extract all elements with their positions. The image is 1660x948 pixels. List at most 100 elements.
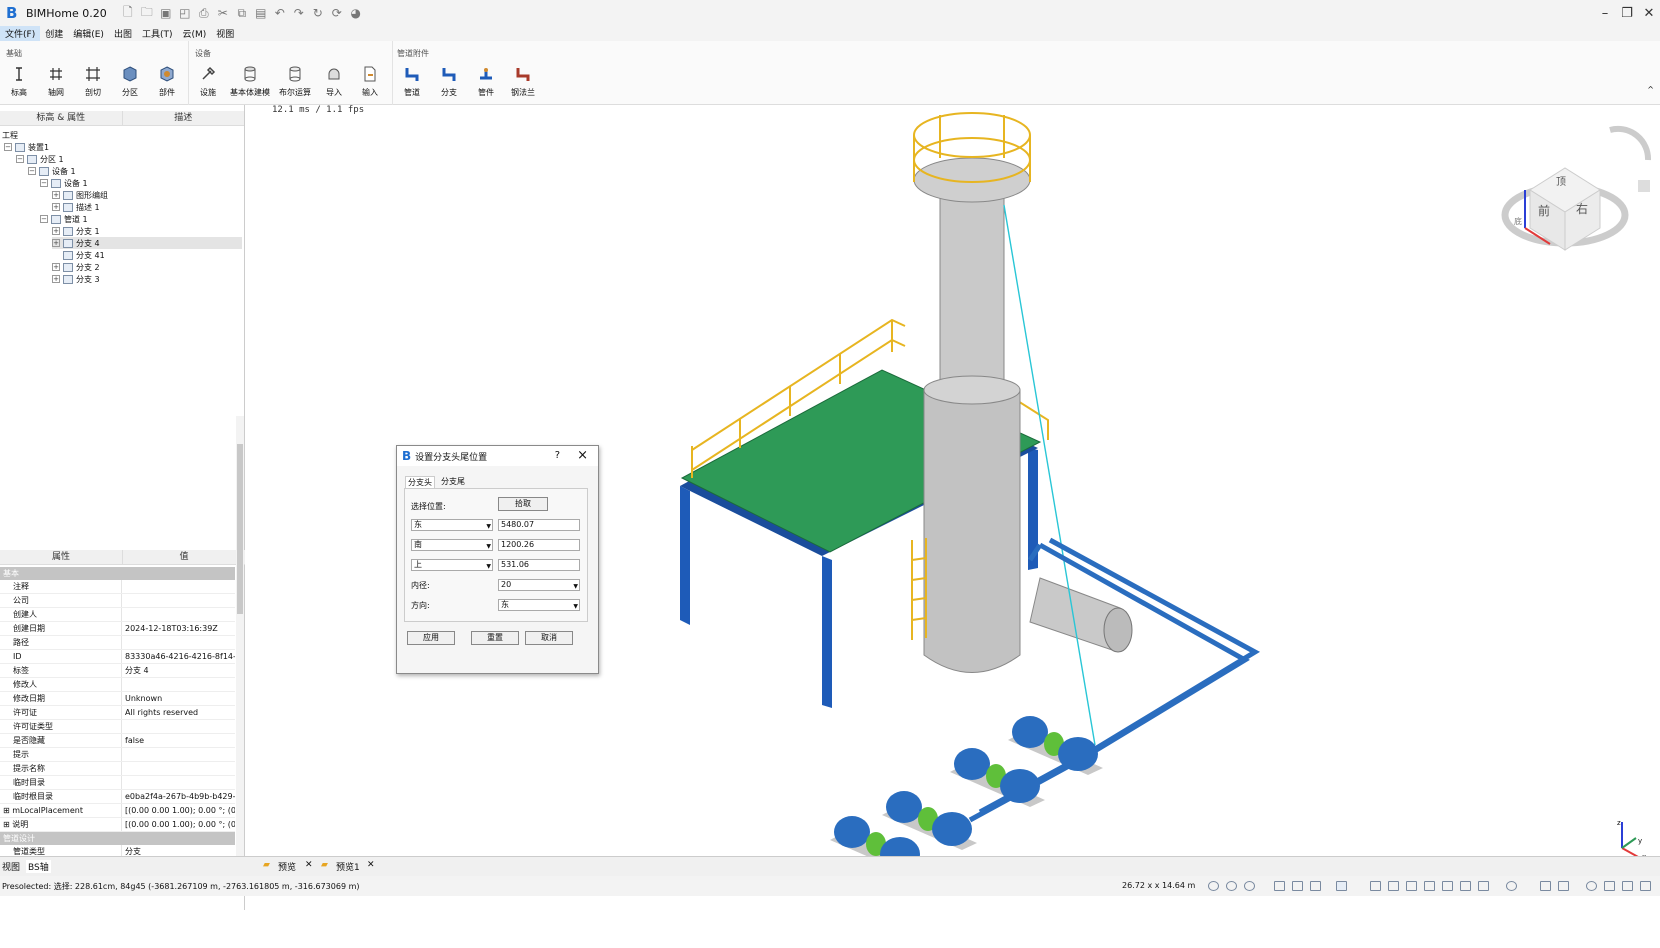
props-section-pipe[interactable]: 管道设计 — [0, 832, 235, 845]
menu-edit[interactable]: 编辑(E) — [68, 26, 109, 41]
prop-row[interactable]: 标签 分支 4 — [0, 664, 235, 678]
doc-tab-preview[interactable]: 预览 — [278, 860, 296, 873]
redo-icon[interactable]: ↷ — [291, 5, 307, 21]
zoom-in-icon[interactable] — [1208, 881, 1219, 891]
apply-button[interactable]: 应用 — [407, 631, 455, 645]
prop-row[interactable]: 注释 — [0, 580, 235, 594]
facility-button[interactable]: 设施 — [190, 65, 226, 105]
prop-row[interactable]: 临时目录 — [0, 776, 235, 790]
tree-node-selected[interactable]: + 分支 4 — [52, 237, 242, 249]
open-folder-icon[interactable]: 🗀 — [139, 5, 155, 21]
paste-icon[interactable]: ▤ — [253, 5, 269, 21]
back-arrow-icon[interactable] — [1540, 881, 1551, 891]
menu-cloud[interactable]: 云(M) — [177, 26, 211, 41]
menu-tools[interactable]: 工具(T) — [137, 26, 178, 41]
boolean-button[interactable]: 布尔运算 — [275, 65, 315, 105]
prop-row[interactable]: 路径 — [0, 636, 235, 650]
history-icon[interactable]: ↻ — [310, 5, 326, 21]
cube-face-right[interactable]: 右 — [1576, 200, 1588, 217]
cube-face-bottom[interactable]: 底 — [1514, 216, 1522, 227]
tree-node[interactable]: 分支 41 — [63, 249, 105, 261]
tree-node[interactable]: + 图形编组 — [52, 189, 108, 201]
prop-row[interactable]: 修改日期 Unknown — [0, 692, 235, 706]
ribbon-collapse-icon[interactable]: ^ — [1647, 85, 1654, 94]
box-zoom-icon[interactable] — [1310, 881, 1321, 891]
zone-button[interactable]: 分区 — [112, 65, 148, 105]
pick-button[interactable]: 拾取 — [498, 497, 548, 511]
prop-row[interactable]: 修改人 — [0, 678, 235, 692]
copy-icon[interactable]: ⧉ — [234, 5, 250, 21]
view-top-icon[interactable] — [1406, 881, 1417, 891]
minimize-button[interactable]: – — [1594, 0, 1616, 26]
prop-row[interactable]: 提示名称 — [0, 762, 235, 776]
fit-selection-icon[interactable] — [1292, 881, 1303, 891]
tree-node[interactable]: − 设备 1 — [28, 165, 76, 177]
props-col-value[interactable]: 值 — [123, 550, 245, 564]
tree-node[interactable]: + 分支 1 — [52, 225, 100, 237]
cube-face-front[interactable]: 前 — [1538, 202, 1550, 219]
tab-branch-head[interactable]: 分支头 — [405, 476, 435, 488]
orientation-select[interactable]: 东 ▼ — [498, 599, 580, 611]
coord1-input[interactable]: 5480.07 — [498, 519, 580, 531]
tree-node[interactable]: + 分支 3 — [52, 273, 100, 285]
settings-icon[interactable] — [1640, 881, 1651, 891]
prop-row[interactable]: 提示 — [0, 748, 235, 762]
flange-button[interactable]: 钢法兰 — [505, 65, 541, 105]
props-col-key[interactable]: 属性 — [0, 550, 123, 564]
tree-col-desc[interactable]: 描述 — [123, 111, 245, 125]
close-button[interactable]: ✕ — [1638, 0, 1660, 26]
coord3-input[interactable]: 531.06 — [498, 559, 580, 571]
level-button[interactable]: 标高 — [1, 65, 37, 105]
prop-row[interactable]: ⊞ 说明[(0.00 0.00 1.00); 0.00 °; (0.0... — [0, 818, 235, 832]
view-right-icon[interactable] — [1424, 881, 1435, 891]
restore-button[interactable]: ❐ — [1616, 0, 1638, 26]
magnifier-icon[interactable] — [1506, 881, 1517, 891]
component-button[interactable]: 部件 — [149, 65, 185, 105]
zoom-out-icon[interactable] — [1226, 881, 1237, 891]
input-button[interactable]: 输入 — [352, 65, 388, 105]
prop-row[interactable]: 创建人 — [0, 608, 235, 622]
dialog-close-button[interactable]: × — [577, 448, 588, 463]
pipe-button[interactable]: 管道 — [394, 65, 430, 105]
tree-node[interactable]: − 设备 1 — [40, 177, 88, 189]
forward-arrow-icon[interactable] — [1558, 881, 1569, 891]
tree-node[interactable]: − 分区 1 — [16, 153, 64, 165]
direction1-select[interactable]: 东 ▼ — [411, 519, 493, 531]
bore-select[interactable]: 20 ▼ — [498, 579, 580, 591]
measure-icon[interactable] — [1604, 881, 1615, 891]
fit-all-icon[interactable] — [1274, 881, 1285, 891]
tree-node[interactable]: + 分支 2 — [52, 261, 100, 273]
prop-row[interactable]: 公司 — [0, 594, 235, 608]
doc-tab-preview1[interactable]: 预览1 — [336, 860, 360, 873]
zoom-window-icon[interactable] — [1244, 881, 1255, 891]
tree-col-name[interactable]: 标高 & 属性 — [0, 111, 123, 125]
coord2-input[interactable]: 1200.26 — [498, 539, 580, 551]
direction2-select[interactable]: 南 ▼ — [411, 539, 493, 551]
menu-drawing[interactable]: 出图 — [109, 26, 137, 41]
refresh-icon[interactable]: ⟳ — [329, 5, 345, 21]
prop-row[interactable]: 许可证类型 — [0, 720, 235, 734]
prop-row[interactable]: ⊞ mLocalPlacement [(0.00 0.00 1.00); 0.00… — [0, 804, 235, 818]
props-section-basic[interactable]: 基本 — [0, 567, 235, 580]
view-iso-icon[interactable] — [1370, 881, 1381, 891]
prop-row[interactable]: ID 83330a46-4216-4216-8f14-f... — [0, 650, 235, 664]
reset-button[interactable]: 重置 — [471, 631, 519, 645]
direction3-select[interactable]: 上 ▼ — [411, 559, 493, 571]
user-icon[interactable]: ◕ — [348, 5, 364, 21]
tree-node[interactable]: − 装置1 — [4, 141, 49, 153]
prop-row[interactable]: 创建日期 2024-12-18T03:16:39Z — [0, 622, 235, 636]
view-rear-icon[interactable] — [1442, 881, 1453, 891]
menu-create[interactable]: 创建 — [40, 26, 68, 41]
prop-row[interactable]: 是否隐藏 false — [0, 734, 235, 748]
new-file-icon[interactable]: 🗋 — [120, 5, 136, 21]
close-icon[interactable]: ✕ — [367, 860, 375, 870]
menu-file[interactable]: 文件(F) — [0, 26, 41, 41]
primitive-modeling-button[interactable]: 基本体建模 — [227, 65, 273, 105]
close-icon[interactable]: ✕ — [305, 860, 313, 870]
save-as-icon[interactable]: ◰ — [177, 5, 193, 21]
eye-icon[interactable] — [1586, 881, 1597, 891]
view-front-icon[interactable] — [1388, 881, 1399, 891]
cube-face-top[interactable]: 顶 — [1556, 173, 1566, 188]
view-left-icon[interactable] — [1478, 881, 1489, 891]
tab-view[interactable]: 视图 — [2, 860, 20, 873]
